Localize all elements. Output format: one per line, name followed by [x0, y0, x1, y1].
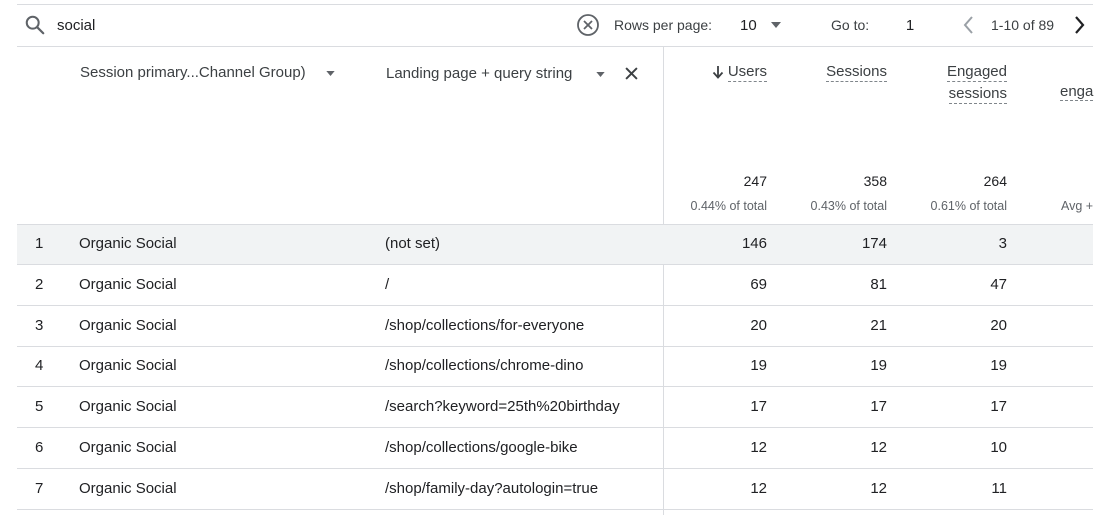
users-cell: 12	[750, 438, 767, 456]
table-row[interactable]: 4 Organic Social/shop/collections/chrome-…	[17, 346, 1093, 388]
channel-group-cell: Organic Social	[79, 438, 177, 456]
toolbar-top-border	[17, 4, 1093, 5]
sessions-cell: 21	[870, 316, 887, 334]
partial-column-label: enga	[1060, 83, 1094, 101]
engaged-sessions-cell: 19	[990, 357, 1007, 375]
search-icon[interactable]	[24, 14, 46, 36]
engaged-sessions-cell: 3	[998, 235, 1007, 252]
total-engaged-pct: 0.61% of total	[930, 199, 1007, 213]
landing-page-cell: /search?keyword=25th%20birthday	[385, 398, 620, 415]
goto-label: Go to:	[831, 17, 870, 33]
table-row[interactable]: 1 Organic Social (not set) 146 174 3	[17, 224, 1093, 265]
sessions-cell: 174	[861, 235, 887, 252]
row-index: 1	[35, 235, 44, 252]
sessions-cell: 12	[870, 479, 887, 497]
users-cell: 69	[750, 275, 767, 293]
landing-page-cell: (not set)	[385, 235, 441, 252]
total-sessions-pct: 0.43% of total	[810, 199, 887, 213]
chevron-left-icon[interactable]	[962, 15, 976, 35]
engaged-header-line1: Engaged	[946, 63, 1007, 82]
total-engaged: 264	[983, 173, 1007, 189]
table-row[interactable]: 2 Organic Social / 69 81 47	[17, 265, 1093, 306]
table-row[interactable]: 3 Organic Social/shop/collections/for-eve…	[17, 306, 1093, 347]
landing-page-cell: /shop/collections/for-everyone	[385, 316, 585, 334]
users-header-label: Users	[727, 63, 767, 82]
column-header-users[interactable]: Users	[667, 61, 767, 83]
column-header-partial[interactable]: enga	[1060, 83, 1116, 105]
goto-page-input[interactable]	[895, 15, 925, 35]
landing-page-cell: /shop/collections/chrome-dino	[385, 357, 584, 375]
channel-group-cell: Organic Social	[79, 479, 177, 497]
channel-group-cell: Organic Social	[79, 275, 177, 293]
column-header-landing-page[interactable]: Landing page + query string	[386, 65, 605, 87]
channel-group-cell: Organic Social	[79, 235, 177, 252]
pagination-range: 1-10 of 89	[991, 17, 1055, 33]
channel-group-caret-down-icon[interactable]	[326, 71, 335, 76]
channel-group-cell: Organic Social	[79, 357, 177, 375]
arrow-down-icon	[712, 65, 724, 79]
row-index: 7	[35, 479, 44, 497]
sessions-cell: 19	[870, 357, 887, 375]
caret-down-icon	[771, 22, 781, 28]
channel-group-header-label: Session primary...Channel Group)	[80, 64, 306, 81]
table-body-top-border	[17, 224, 1093, 225]
remove-dimension-close-icon[interactable]	[625, 67, 638, 80]
channel-group-cell: Organic Social	[79, 398, 177, 415]
landing-page-cell: /shop/collections/google-bike	[385, 438, 578, 456]
sessions-header-label: Sessions	[826, 63, 887, 82]
total-sessions: 358	[863, 173, 887, 189]
column-header-engaged-sessions[interactable]: Engaged sessions	[887, 61, 1007, 105]
clear-search-icon[interactable]	[576, 13, 600, 37]
users-cell: 146	[741, 235, 767, 252]
column-header-channel-group[interactable]: Session primary...Channel Group)	[80, 64, 335, 86]
partial-avg-label: Avg +	[1061, 199, 1094, 213]
column-header-sessions[interactable]: Sessions	[787, 61, 887, 83]
rows-per-page-select[interactable]: 10	[740, 15, 788, 37]
total-users-pct: 0.44% of total	[690, 199, 767, 213]
users-cell: 12	[750, 479, 767, 497]
channel-group-cell: Organic Social	[79, 316, 177, 334]
engaged-sessions-cell: 17	[990, 398, 1007, 415]
sessions-cell: 81	[870, 275, 887, 293]
engaged-sessions-cell: 47	[990, 275, 1007, 293]
row-index: 6	[35, 438, 44, 456]
table-row[interactable]: 7 Organic Social/shop/family-day?autologi…	[17, 469, 1093, 510]
engaged-header-line2: sessions	[948, 85, 1007, 104]
engaged-sessions-cell: 11	[991, 479, 1007, 497]
rows-per-page-label: Rows per page:	[614, 17, 713, 33]
engaged-sessions-cell: 20	[990, 316, 1007, 334]
landing-page-cell: /	[385, 275, 390, 293]
search-input[interactable]	[57, 14, 537, 36]
table-row[interactable]: 5 Organic Social/search?keyword=25th%20bi…	[17, 387, 1093, 428]
table-row[interactable]: 6 Organic Social/shop/collections/google-…	[17, 428, 1093, 469]
toolbar-bottom-border	[17, 46, 1093, 47]
users-cell: 20	[750, 316, 767, 334]
landing-page-cell: /shop/family-day?autologin=true	[385, 479, 599, 497]
row-index: 2	[35, 275, 44, 293]
sessions-cell: 17	[870, 398, 887, 415]
landing-page-header-label: Landing page + query string	[386, 65, 573, 82]
total-users: 247	[743, 173, 767, 189]
users-cell: 19	[750, 357, 767, 375]
sessions-cell: 12	[870, 438, 887, 456]
chevron-right-icon[interactable]	[1072, 15, 1086, 35]
users-cell: 17	[750, 398, 767, 415]
rows-per-page-value: 10	[740, 17, 757, 34]
row-index: 5	[35, 398, 44, 415]
row-index: 3	[35, 316, 44, 334]
engaged-sessions-cell: 10	[990, 438, 1007, 456]
row-index: 4	[35, 357, 44, 375]
landing-page-caret-down-icon[interactable]	[596, 72, 605, 77]
row-divider	[17, 508, 1093, 510]
